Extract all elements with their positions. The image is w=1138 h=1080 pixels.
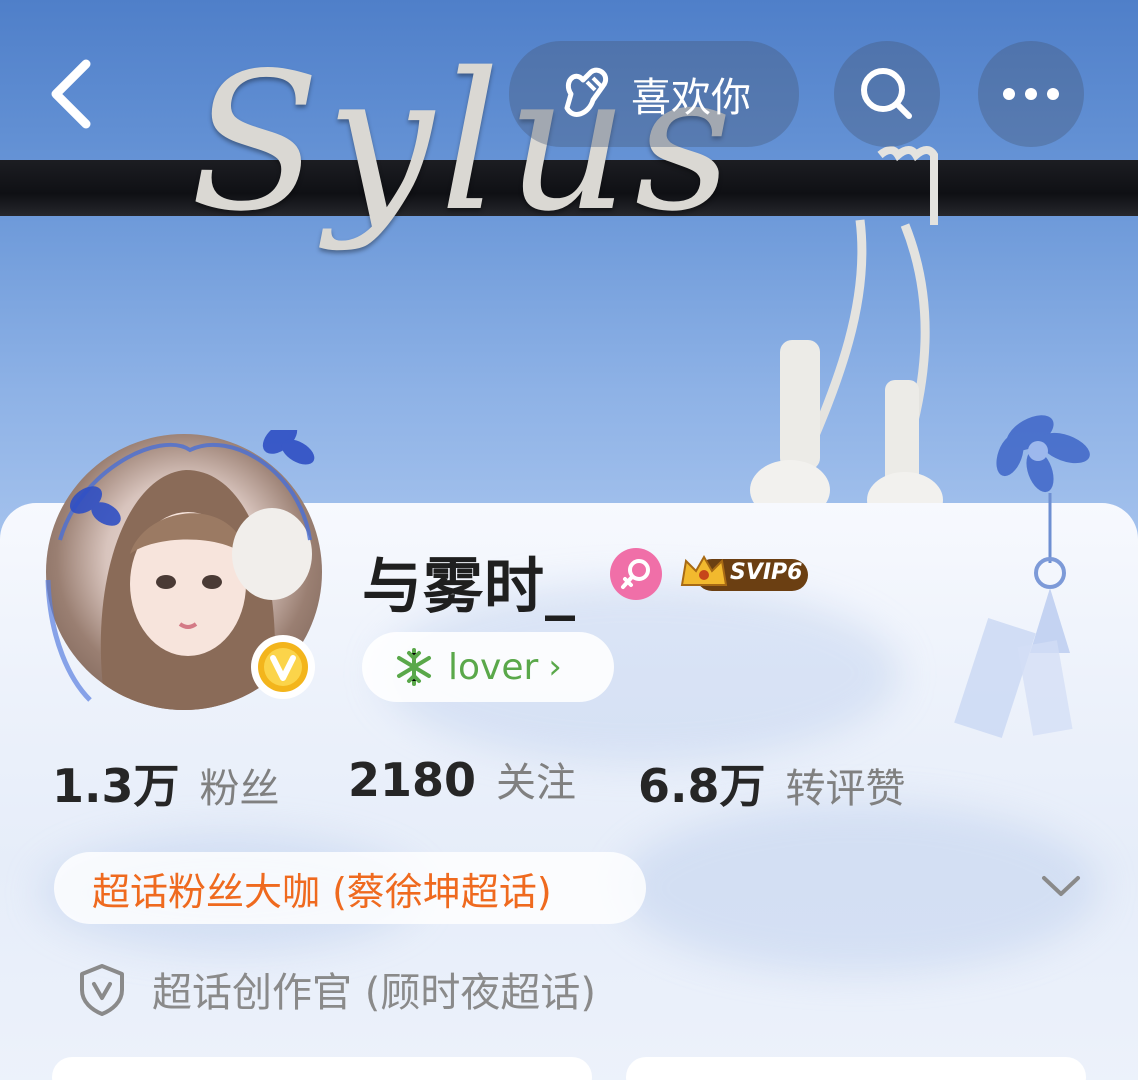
interest-tag[interactable]: lover › — [362, 632, 614, 702]
chevron-right-icon: › — [548, 647, 562, 687]
bottom-tile-right[interactable] — [626, 1057, 1086, 1080]
followers-stat[interactable]: 1.3万 粉丝 — [52, 750, 280, 816]
interest-tag-label: lover — [448, 646, 539, 688]
back-button[interactable] — [40, 52, 100, 136]
verified-badge[interactable] — [251, 635, 315, 699]
engagement-count: 6.8万 — [638, 759, 766, 813]
following-stat[interactable]: 2180 关注 — [348, 750, 576, 808]
verified-v-icon — [258, 642, 308, 692]
engagement-label: 转评赞 — [785, 766, 906, 812]
female-icon — [621, 559, 650, 589]
chevron-left-icon — [51, 59, 91, 129]
heart-hand-icon — [564, 67, 609, 117]
more-horizontal-icon — [1003, 88, 1059, 100]
search-icon — [861, 68, 912, 119]
svip-label: SVIP6 — [730, 560, 803, 585]
like-label: 喜欢你 — [631, 75, 751, 121]
expand-button[interactable] — [1036, 866, 1086, 906]
following-count: 2180 — [348, 753, 477, 807]
super-fan-badge[interactable]: 超话粉丝大咖 (蔡徐坤超话) — [54, 852, 646, 924]
snowflake-icon — [397, 648, 431, 686]
engagement-stat[interactable]: 6.8万 转评赞 — [638, 750, 906, 816]
followers-label: 粉丝 — [199, 766, 280, 812]
stats-row: 1.3万 粉丝 2180 关注 6.8万 转评赞 — [0, 750, 1138, 813]
following-label: 关注 — [496, 760, 577, 806]
bottom-tile-left[interactable] — [52, 1057, 592, 1080]
gender-badge — [610, 548, 662, 600]
svip-badge[interactable]: SVIP6 — [678, 551, 810, 595]
search-button[interactable] — [834, 41, 940, 147]
super-fan-badge-label: 超话粉丝大咖 (蔡徐坤超话) — [92, 869, 552, 914]
creator-role-label: 超话创作官 (顾时夜超话) — [152, 970, 596, 1016]
like-button[interactable]: 喜欢你 — [509, 41, 799, 147]
shield-v-icon — [80, 964, 124, 1016]
more-button[interactable] — [978, 41, 1084, 147]
username: 与雾时_ — [362, 552, 576, 622]
chevron-down-icon — [1042, 876, 1080, 896]
creator-role-row[interactable]: 超话创作官 (顾时夜超话) — [78, 960, 596, 1018]
followers-count: 1.3万 — [52, 759, 180, 813]
